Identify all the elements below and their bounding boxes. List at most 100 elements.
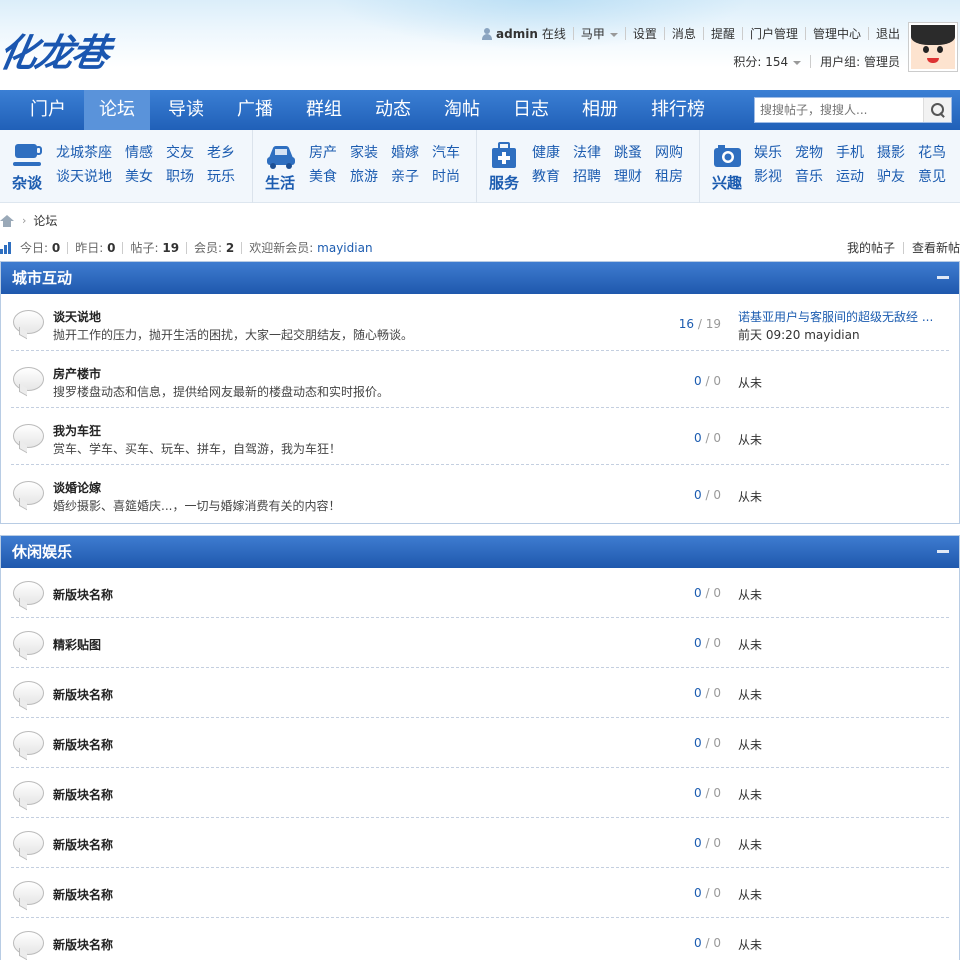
search-button[interactable]	[923, 98, 951, 122]
category-link[interactable]: 意见	[918, 168, 946, 187]
category-link[interactable]: 婚嫁	[391, 144, 419, 163]
nav-item-groups[interactable]: 群组	[291, 90, 357, 130]
category-link[interactable]: 影视	[754, 168, 782, 187]
nav-item-activity[interactable]: 动态	[360, 90, 426, 130]
category-link[interactable]: 运动	[836, 168, 864, 187]
category-link[interactable]: 招聘	[573, 168, 601, 187]
forum-name[interactable]: 新版块名称	[53, 686, 113, 703]
category-link[interactable]: 手机	[836, 144, 864, 163]
category-title[interactable]: 杂谈	[12, 172, 42, 193]
category-link[interactable]: 音乐	[795, 168, 823, 187]
category-title[interactable]: 服务	[489, 172, 519, 193]
breadcrumb-current[interactable]: 论坛	[33, 212, 57, 229]
forum-name[interactable]: 精彩贴图	[53, 636, 101, 653]
search-input[interactable]	[755, 98, 923, 122]
portal-admin-link[interactable]: 门户管理	[750, 25, 798, 42]
forum-bubble-icon[interactable]	[13, 731, 44, 755]
category-link[interactable]: 汽车	[432, 144, 460, 163]
forum-bubble-icon[interactable]	[13, 310, 44, 334]
forum-bubble-icon[interactable]	[13, 831, 44, 855]
category-link[interactable]: 交友	[166, 144, 194, 163]
stat-today-label: 今日:	[20, 241, 49, 255]
forum-name[interactable]: 新版块名称	[53, 936, 113, 953]
category-title[interactable]: 生活	[265, 172, 295, 193]
points-menu[interactable]: 积分: 154	[733, 53, 802, 70]
forum-bubble-icon[interactable]	[13, 631, 44, 655]
forum-bubble-icon[interactable]	[13, 424, 44, 448]
forum-name[interactable]: 谈婚论嫁	[53, 479, 101, 496]
category-link[interactable]: 跳蚤	[614, 144, 642, 163]
messages-link[interactable]: 消息	[672, 25, 696, 42]
nav-item-forum[interactable]: 论坛	[84, 90, 150, 130]
nav-item-broadcast[interactable]: 广播	[222, 90, 288, 130]
site-logo[interactable]: 化龙巷	[0, 22, 113, 77]
forum-name[interactable]: 谈天说地	[53, 308, 101, 325]
category-link[interactable]: 教育	[532, 168, 560, 187]
logout-link[interactable]: 退出	[876, 25, 900, 42]
category-link[interactable]: 旅游	[350, 168, 378, 187]
forum-count: 0 / 0	[694, 736, 721, 750]
forum-bubble-icon[interactable]	[13, 781, 44, 805]
nav-item-guide[interactable]: 导读	[153, 90, 219, 130]
forum-name[interactable]: 新版块名称	[53, 586, 113, 603]
usergroup-link[interactable]: 用户组: 管理员	[820, 53, 900, 70]
category-link[interactable]: 龙城茶座	[56, 144, 112, 163]
home-icon[interactable]	[0, 214, 14, 227]
forum-name[interactable]: 新版块名称	[53, 736, 113, 753]
category-link[interactable]: 法律	[573, 144, 601, 163]
collapse-icon[interactable]	[937, 276, 949, 279]
category-link[interactable]: 租房	[655, 168, 683, 187]
category-link[interactable]: 花鸟	[918, 144, 946, 163]
forum-bubble-icon[interactable]	[13, 367, 44, 391]
new-posts-link[interactable]: 查看新帖	[912, 239, 960, 256]
category-title[interactable]: 兴趣	[712, 172, 742, 193]
category-link[interactable]: 美食	[309, 168, 337, 187]
category-link[interactable]: 谈天说地	[56, 168, 112, 187]
forum-name[interactable]: 新版块名称	[53, 786, 113, 803]
avatar[interactable]	[908, 22, 958, 72]
username-link[interactable]: admin	[496, 27, 538, 41]
my-posts-link[interactable]: 我的帖子	[847, 239, 895, 256]
nav-item-collections[interactable]: 淘帖	[429, 90, 495, 130]
category-link[interactable]: 健康	[532, 144, 560, 163]
category-link[interactable]: 网购	[655, 144, 683, 163]
category-link[interactable]: 职场	[166, 168, 194, 187]
section-title[interactable]: 城市互动	[12, 269, 72, 287]
category-link[interactable]: 美女	[125, 168, 153, 187]
settings-link[interactable]: 设置	[633, 25, 657, 42]
forum-bubble-icon[interactable]	[13, 881, 44, 905]
nav-item-blog[interactable]: 日志	[498, 90, 564, 130]
category-link[interactable]: 亲子	[391, 168, 419, 187]
forum-bubble-icon[interactable]	[13, 581, 44, 605]
category-link[interactable]: 时尚	[432, 168, 460, 187]
forum-name[interactable]: 我为车狂	[53, 422, 101, 439]
online-status[interactable]: 在线	[542, 25, 566, 42]
collapse-icon[interactable]	[937, 550, 949, 553]
admin-center-link[interactable]: 管理中心	[813, 25, 861, 42]
forum-bubble-icon[interactable]	[13, 481, 44, 505]
forum-row: 新版块名称 0 / 0 从未	[11, 568, 949, 618]
new-member-link[interactable]: mayidian	[317, 241, 372, 255]
category-link[interactable]: 理财	[614, 168, 642, 187]
category-link[interactable]: 娱乐	[754, 144, 782, 163]
notifications-link[interactable]: 提醒	[711, 25, 735, 42]
vest-menu[interactable]: 马甲	[581, 25, 618, 42]
section-title[interactable]: 休闲娱乐	[12, 543, 72, 561]
category-link[interactable]: 情感	[125, 144, 153, 163]
category-link[interactable]: 摄影	[877, 144, 905, 163]
forum-name[interactable]: 新版块名称	[53, 886, 113, 903]
category-link[interactable]: 家装	[350, 144, 378, 163]
last-post-title[interactable]: 诺基亚用户与客服间的超级无敌经 ...	[738, 308, 933, 325]
nav-item-ranking[interactable]: 排行榜	[636, 90, 720, 130]
category-link[interactable]: 老乡	[207, 144, 235, 163]
category-link[interactable]: 驴友	[877, 168, 905, 187]
forum-bubble-icon[interactable]	[13, 931, 44, 955]
category-link[interactable]: 房产	[309, 144, 337, 163]
category-link[interactable]: 宠物	[795, 144, 823, 163]
nav-item-album[interactable]: 相册	[567, 90, 633, 130]
nav-item-portal[interactable]: 门户	[15, 90, 81, 130]
forum-bubble-icon[interactable]	[13, 681, 44, 705]
category-link[interactable]: 玩乐	[207, 168, 235, 187]
forum-name[interactable]: 房产楼市	[53, 365, 101, 382]
forum-name[interactable]: 新版块名称	[53, 836, 113, 853]
